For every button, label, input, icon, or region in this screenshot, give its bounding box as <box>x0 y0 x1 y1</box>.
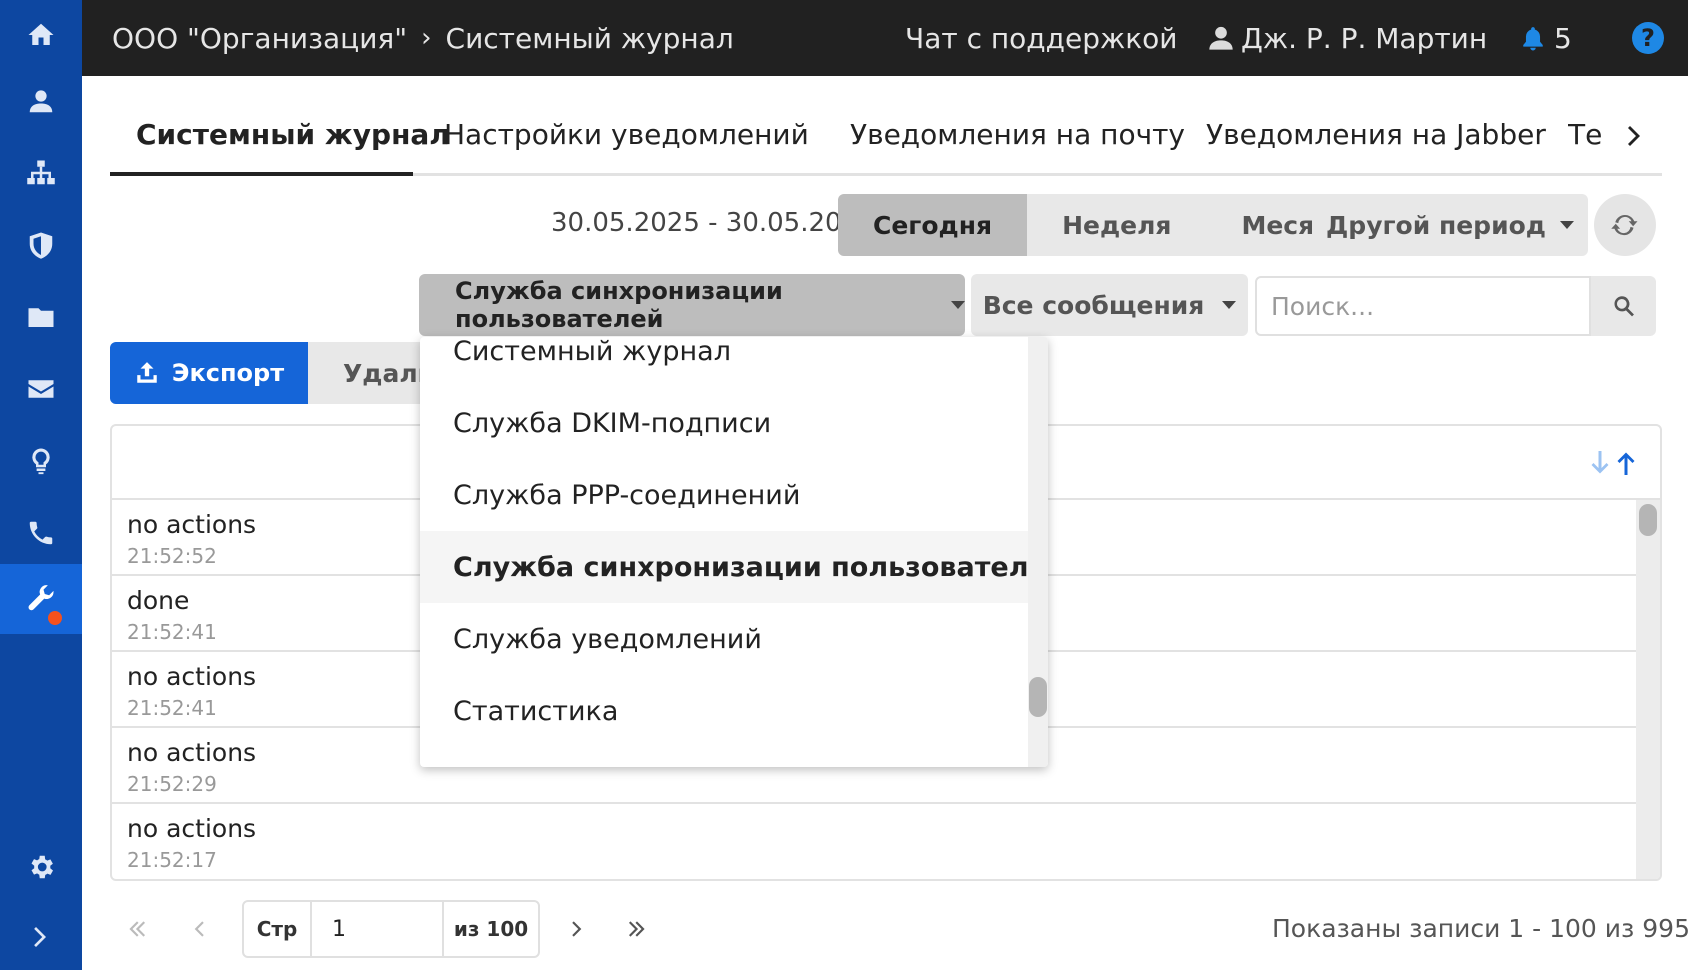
network-icon[interactable] <box>0 138 82 208</box>
search-icon <box>1613 296 1634 317</box>
log-time: 21:52:41 <box>127 620 217 644</box>
log-message: no actions <box>127 814 257 843</box>
refresh-button[interactable] <box>1594 194 1656 256</box>
folder-icon[interactable] <box>0 282 82 352</box>
chevron-right-icon[interactable] <box>1620 118 1650 154</box>
records-info: Показаны записи 1 - 100 из 9954 <box>1272 914 1688 943</box>
other-period-dropdown[interactable]: Другой период <box>1312 194 1588 256</box>
dropdown-item[interactable]: Системный журнал <box>420 337 1028 387</box>
dropdown-item-selected[interactable]: Служба синхронизации пользователей <box>420 531 1048 603</box>
breadcrumb-page: Системный журнал <box>445 21 734 55</box>
arrow-up-icon[interactable] <box>1614 448 1638 478</box>
notifications-count: 5 <box>1554 21 1572 55</box>
first-page-icon[interactable] <box>122 914 152 944</box>
log-time: 21:52:41 <box>127 696 217 720</box>
home-icon[interactable] <box>0 0 82 70</box>
support-chat-link[interactable]: Чат с поддержкой <box>905 0 1177 76</box>
lightbulb-icon[interactable] <box>0 426 82 496</box>
user-icon <box>1209 26 1233 50</box>
tab-jabber-notifications[interactable]: Уведомления на Jabber <box>1206 100 1546 176</box>
log-message: no actions <box>127 738 257 767</box>
service-dropdown: Системный журнал Служба DKIM-подписи Слу… <box>420 337 1048 767</box>
tab-more[interactable]: Те <box>1568 100 1604 176</box>
dropdown-scrollbar-thumb[interactable] <box>1029 677 1047 717</box>
next-page-icon[interactable] <box>562 914 592 944</box>
page-input[interactable]: 1 <box>312 902 444 956</box>
tab-notification-settings[interactable]: Настройки уведомлений <box>444 100 809 176</box>
other-period-label: Другой период <box>1326 210 1546 240</box>
phone-icon[interactable] <box>0 498 82 568</box>
messages-select[interactable]: Все сообщения <box>971 274 1248 336</box>
breadcrumb: ООО "Организация" › Системный журнал <box>112 0 734 76</box>
mail-icon[interactable] <box>0 354 82 424</box>
user-name: Дж. Р. Р. Мартин <box>1241 21 1488 55</box>
messages-select-value: Все сообщения <box>982 290 1205 320</box>
period-toggle: Сегодня Неделя Месяц <box>838 194 1368 256</box>
chevron-right-icon[interactable] <box>0 902 82 972</box>
prev-page-icon[interactable] <box>184 914 214 944</box>
notifications-button[interactable]: 5 <box>1520 0 1572 76</box>
log-scrollbar[interactable] <box>1636 500 1660 879</box>
gear-icon[interactable] <box>0 832 82 902</box>
tab-system-log[interactable]: Системный журнал <box>110 100 450 176</box>
dropdown-scrollbar[interactable] <box>1028 337 1048 767</box>
topbar: ООО "Организация" › Системный журнал Чат… <box>82 0 1688 76</box>
date-range: 30.05.2025 - 30.05.2025 <box>551 208 875 238</box>
last-page-icon[interactable] <box>622 914 652 944</box>
breadcrumb-org[interactable]: ООО "Организация" <box>112 22 407 55</box>
log-time: 21:52:29 <box>127 772 217 796</box>
period-today-button[interactable]: Сегодня <box>838 194 1028 256</box>
user-menu[interactable]: Дж. Р. Р. Мартин <box>1207 0 1487 76</box>
page-selector: Стр 1 из 100 <box>242 900 540 958</box>
sort-toggle[interactable] <box>1588 448 1638 478</box>
log-message: done <box>127 586 190 615</box>
log-message: no actions <box>127 662 257 691</box>
help-icon[interactable]: ? <box>1632 22 1664 54</box>
table-row[interactable]: no actions 21:52:17 <box>112 804 1640 879</box>
page-total: из 100 <box>453 917 529 941</box>
tab-bar: Системный журнал Настройки уведомлений У… <box>110 100 1662 176</box>
caret-down-icon <box>1559 221 1574 229</box>
refresh-icon <box>1611 214 1638 236</box>
dropdown-item[interactable]: Служба уведомлений <box>420 603 1028 675</box>
page-label: Стр <box>244 902 312 956</box>
tab-email-notifications[interactable]: Уведомления на почту <box>850 100 1185 176</box>
notification-dot <box>48 611 62 625</box>
arrow-down-icon[interactable] <box>1588 448 1612 478</box>
period-week-button[interactable]: Неделя <box>1027 194 1207 256</box>
service-select[interactable]: Служба синхронизации пользователей <box>419 274 965 336</box>
wrench-icon[interactable] <box>0 564 82 634</box>
log-message: no actions <box>127 510 257 539</box>
log-time: 21:52:17 <box>127 848 217 872</box>
shield-icon[interactable] <box>0 210 82 280</box>
upload-icon <box>137 362 157 383</box>
dropdown-item[interactable]: Служба PPP-соединений <box>420 459 1028 531</box>
breadcrumb-separator: › <box>421 23 432 53</box>
user-icon[interactable] <box>0 66 82 136</box>
sidebar <box>0 0 82 970</box>
export-label: Экспорт <box>171 359 285 387</box>
dropdown-item[interactable]: Статистика <box>420 675 1028 747</box>
caret-down-icon <box>951 301 965 309</box>
service-select-value: Служба синхронизации пользователей <box>455 277 783 333</box>
caret-down-icon <box>1222 301 1237 309</box>
bell-icon <box>1523 27 1543 51</box>
log-time: 21:52:52 <box>127 544 217 568</box>
dropdown-item[interactable]: Служба DKIM-подписи <box>420 387 1028 459</box>
export-button[interactable]: Экспорт <box>110 342 308 404</box>
search-button[interactable] <box>1591 276 1656 336</box>
log-scrollbar-thumb[interactable] <box>1639 504 1657 536</box>
search-input[interactable]: Поиск... <box>1255 276 1591 336</box>
